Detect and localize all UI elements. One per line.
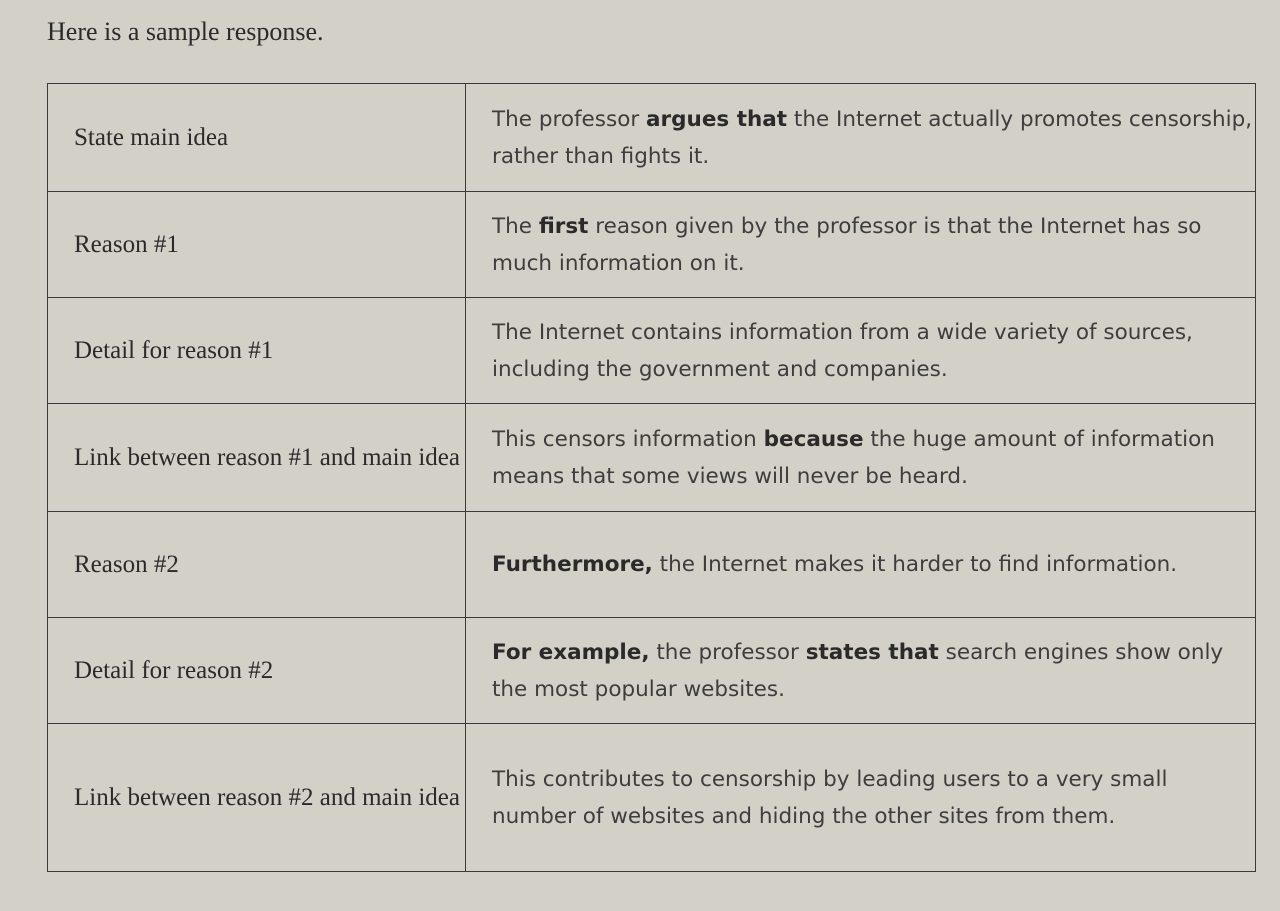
row-label: Detail for reason #2 [47, 617, 466, 724]
row-text: The first reason given by the professor … [465, 191, 1256, 298]
keyword: argues that [646, 106, 788, 132]
text-segment: reason given by the professor is that th… [492, 213, 1202, 276]
table-row: Detail for reason #2 For example, the pr… [47, 617, 1256, 724]
text-segment: This contributes to censorship by leadin… [492, 766, 1168, 829]
text-segment: The [492, 213, 539, 239]
row-label: Link between reason #1 and main idea [47, 403, 466, 512]
row-label: Link between reason #2 and main idea [47, 723, 466, 872]
text-segment: This censors information [492, 426, 764, 452]
intro-text: Here is a sample response. [47, 17, 324, 46]
keyword: because [763, 426, 864, 452]
table-row: Reason #2 Furthermore, the Internet make… [47, 511, 1256, 618]
row-text: The Internet contains information from a… [465, 297, 1256, 404]
keyword: For example, [492, 639, 650, 665]
keyword: states that [805, 639, 939, 665]
table-row: Link between reason #2 and main idea Thi… [47, 723, 1256, 872]
text-segment: the professor [649, 639, 806, 665]
row-text: Furthermore, the Internet makes it harde… [465, 511, 1256, 618]
row-label: State main idea [47, 83, 466, 192]
row-label: Detail for reason #1 [47, 297, 466, 404]
row-label: Reason #2 [47, 511, 466, 618]
keyword: first [538, 213, 589, 239]
text-segment: The professor [492, 106, 647, 132]
table-row: State main idea The professor argues tha… [47, 83, 1256, 192]
sample-response-table: State main idea The professor argues tha… [47, 83, 1256, 872]
row-text: The professor argues that the Internet a… [465, 83, 1256, 192]
text-segment: The Internet contains information from a… [492, 319, 1193, 382]
table-row: Link between reason #1 and main idea Thi… [47, 403, 1256, 512]
text-segment: the Internet makes it harder to find inf… [652, 552, 1178, 577]
keyword: Furthermore, [492, 552, 653, 577]
row-label: Reason #1 [47, 191, 466, 298]
row-text: This censors information because the hug… [465, 403, 1256, 512]
row-text: For example, the professor states that s… [465, 617, 1256, 724]
table-row: Detail for reason #1 The Internet contai… [47, 297, 1256, 404]
row-text: This contributes to censorship by leadin… [465, 723, 1256, 872]
table-row: Reason #1 The first reason given by the … [47, 191, 1256, 298]
